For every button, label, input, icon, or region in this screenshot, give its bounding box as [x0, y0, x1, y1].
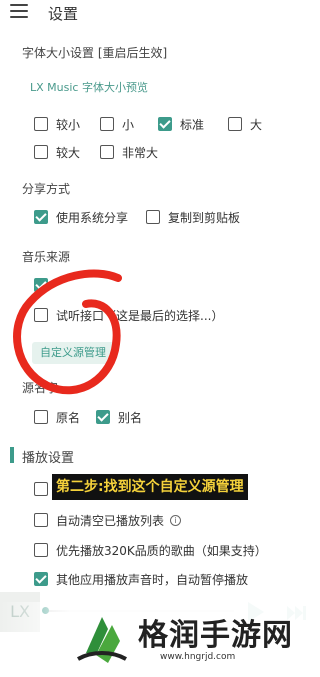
checkbox-checked[interactable] — [158, 117, 172, 131]
option-label: 试听接口（这是最后的选择...） — [56, 308, 224, 323]
watermark-url: www.hngrjd.com — [160, 652, 236, 662]
option-label: 非常大 — [122, 145, 159, 160]
app-bar: 设置 — [0, 0, 320, 28]
playback-option-320k[interactable]: 优先播放320K品质的歌曲（如果支持） — [34, 541, 267, 559]
option-label: 其他应用播放声音时，自动暂停播放 — [56, 572, 249, 587]
watermark-logo-icon — [77, 617, 127, 663]
option-label: 别名 — [118, 410, 143, 425]
share-option-clipboard[interactable]: 复制到剪贴板 — [146, 208, 240, 226]
music-source-option-trial[interactable]: 试听接口（这是最后的选择...） — [34, 306, 223, 324]
option-label: 使用系统分享 — [56, 210, 129, 225]
source-name-option-original[interactable]: 原名 — [34, 408, 80, 426]
checkbox-checked[interactable] — [96, 410, 110, 424]
checkbox[interactable] — [34, 308, 48, 322]
section-accent-bar — [10, 447, 14, 463]
option-label: 优先播放320K品质的歌曲（如果支持） — [56, 543, 267, 558]
source-name-option-alias[interactable]: 别名 — [96, 408, 142, 426]
option-label: 标准 — [180, 117, 205, 132]
checkbox-checked[interactable] — [34, 210, 48, 224]
font-size-option-small[interactable]: 小 — [100, 115, 134, 133]
menu-icon[interactable] — [10, 4, 28, 18]
option-label: 较小 — [56, 117, 81, 132]
font-size-option-smaller[interactable]: 较小 — [34, 115, 80, 133]
option-label: 自动清空已播放列表 — [56, 513, 165, 528]
font-size-option-very-large[interactable]: 非常大 — [100, 143, 158, 161]
checkbox[interactable] — [228, 117, 242, 131]
tutorial-caption: 第二步:找到这个自定义源管理 — [52, 474, 248, 500]
option-label: 小 — [122, 117, 135, 132]
custom-source-manage-button[interactable]: 自定义源管理 — [32, 342, 114, 364]
info-icon[interactable]: i — [170, 514, 182, 526]
playback-section-title: 播放设置 — [22, 451, 75, 466]
share-section-title: 分享方式 — [22, 182, 71, 196]
checkbox[interactable] — [34, 482, 48, 496]
page-title: 设置 — [48, 5, 79, 23]
checkbox-checked[interactable] — [34, 572, 48, 586]
playback-option-auto-clear[interactable]: 自动清空已播放列表 i — [34, 511, 182, 529]
font-size-option-standard[interactable]: 标准 — [158, 115, 204, 133]
font-size-preview: LX Music 字体大小预览 — [30, 81, 148, 94]
checkbox[interactable] — [34, 513, 48, 527]
font-size-section-title: 字体大小设置 [重启后生效] — [22, 46, 168, 60]
checkbox[interactable] — [34, 410, 48, 424]
option-label: 较大 — [56, 145, 81, 160]
option-label: 原名 — [56, 410, 81, 425]
red-annotation-circle — [13, 269, 122, 395]
music-source-option-1[interactable] — [34, 276, 56, 294]
option-label: 大 — [250, 117, 263, 132]
checkbox-checked[interactable] — [34, 278, 48, 292]
source-name-section-title: 源名字 — [22, 381, 59, 395]
checkbox[interactable] — [100, 117, 114, 131]
font-size-option-large[interactable]: 大 — [228, 115, 262, 133]
checkbox[interactable] — [34, 145, 48, 159]
playback-option-auto-pause[interactable]: 其他应用播放声音时，自动暂停播放 — [34, 570, 248, 588]
font-size-option-larger[interactable]: 较大 — [34, 143, 80, 161]
share-option-system[interactable]: 使用系统分享 — [34, 208, 128, 226]
watermark-title: 格润手游网 — [138, 618, 293, 653]
checkbox[interactable] — [34, 543, 48, 557]
option-label: 复制到剪贴板 — [168, 210, 241, 225]
checkbox[interactable] — [34, 117, 48, 131]
checkbox[interactable] — [146, 210, 160, 224]
music-source-section-title: 音乐来源 — [22, 250, 71, 264]
checkbox[interactable] — [100, 145, 114, 159]
